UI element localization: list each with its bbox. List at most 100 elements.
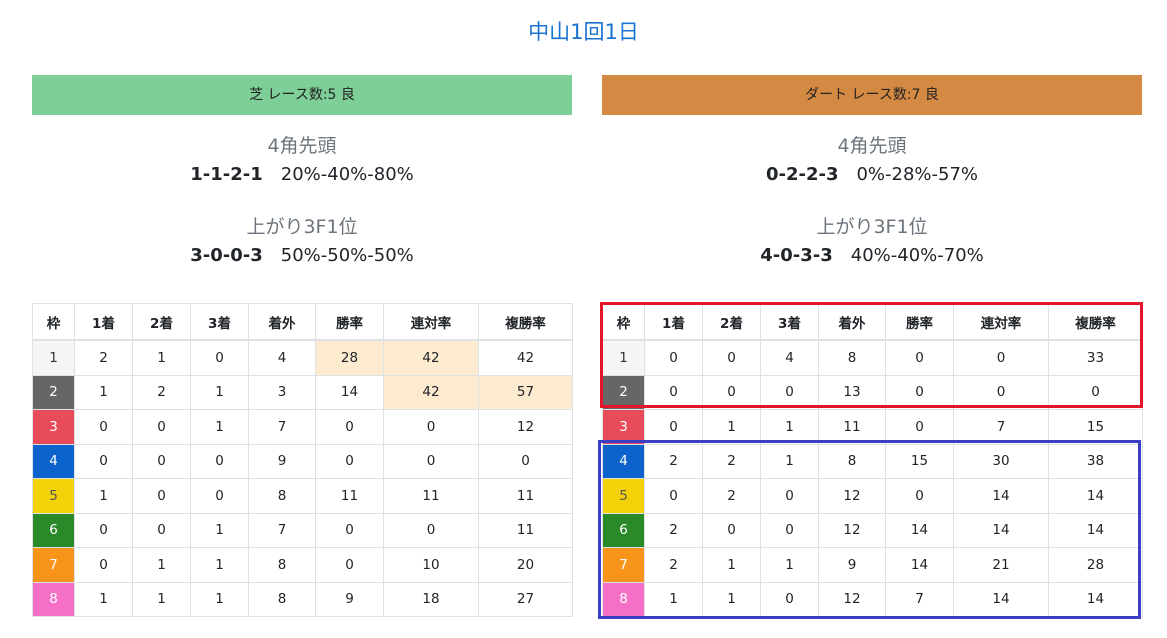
table-cell: 3 — [248, 374, 316, 410]
dirt-stats-table: 枠 1着 2着 3着 着外 勝率 連対率 複勝率 1 0 0 4 8 0 0 3… — [602, 303, 1143, 617]
dirt-agari-value: 4-0-3-3 40%-40%-70% — [602, 245, 1142, 271]
waku-cell: 6 — [32, 512, 75, 548]
table-row: 3 0 1 1 11 0 7 15 — [602, 409, 1143, 445]
table-cell: 2 — [644, 547, 703, 583]
table-cell: 14 — [885, 512, 954, 548]
table-row: 5 1 0 0 8 11 11 11 — [32, 478, 573, 514]
table-row: 4 0 0 0 9 0 0 0 — [32, 443, 573, 479]
table-row: 6 2 0 0 12 14 14 14 — [602, 512, 1143, 548]
table-header-row: 枠 1着 2着 3着 着外 勝率 連対率 複勝率 — [32, 303, 573, 341]
table-cell: 12 — [478, 409, 573, 445]
table-cell: 1 — [760, 443, 819, 479]
table-cell: 12 — [818, 581, 886, 617]
header-cell: 1着 — [644, 303, 703, 341]
table-cell: 1 — [74, 581, 133, 617]
table-cell: 0 — [644, 478, 703, 514]
table-cell: 7 — [953, 409, 1049, 445]
table-cell: 1 — [760, 409, 819, 445]
table-cell: 2 — [74, 339, 133, 376]
table-cell: 1 — [74, 374, 133, 410]
table-cell: 13 — [818, 374, 886, 410]
table-cell: 8 — [248, 547, 316, 583]
header-cell: 枠 — [602, 303, 645, 341]
turf-panel: 芝 レース数:5 良 4角先頭 1-1-2-1 20%-40%-80% 上がり3F… — [32, 75, 573, 617]
dirt-corner-rates: 0%-28%-57% — [856, 164, 979, 185]
waku-cell: 5 — [602, 478, 645, 514]
table-cell: 1 — [132, 339, 191, 376]
table-cell: 0 — [760, 478, 819, 514]
table-cell: 0 — [74, 512, 133, 548]
header-cell: 3着 — [190, 303, 249, 341]
table-cell: 0 — [885, 409, 954, 445]
table-cell: 2 — [644, 512, 703, 548]
table-cell: 9 — [248, 443, 316, 479]
waku-cell: 6 — [602, 512, 645, 548]
table-cell: 0 — [885, 478, 954, 514]
table-row: 8 1 1 1 8 9 18 27 — [32, 581, 573, 617]
table-cell: 18 — [383, 581, 479, 617]
table-cell: 0 — [74, 409, 133, 445]
table-cell: 12 — [818, 512, 886, 548]
table-cell: 28 — [315, 339, 384, 376]
table-cell: 0 — [315, 443, 384, 479]
table-cell: 0 — [885, 374, 954, 410]
table-cell: 4 — [760, 339, 819, 376]
header-cell: 枠 — [32, 303, 75, 341]
dirt-corner-counts: 0-2-2-3 — [765, 164, 839, 185]
turf-stats-table: 枠 1着 2着 3着 着外 勝率 連対率 複勝率 1 2 1 0 4 28 42… — [32, 303, 573, 617]
table-cell: 8 — [248, 581, 316, 617]
table-row: 4 2 2 1 8 15 30 38 — [602, 443, 1143, 479]
header-cell: 3着 — [760, 303, 819, 341]
waku-cell: 2 — [32, 374, 75, 410]
dirt-agari-label: 上がり3F1位 — [816, 216, 928, 238]
table-cell: 1 — [132, 581, 191, 617]
table-cell: 0 — [190, 339, 249, 376]
table-cell: 1 — [702, 547, 761, 583]
table-cell: 8 — [818, 339, 886, 376]
table-cell: 42 — [383, 374, 479, 410]
waku-cell: 7 — [602, 547, 645, 583]
table-cell: 11 — [315, 478, 384, 514]
turf-banner: 芝 レース数:5 良 — [32, 75, 572, 115]
header-cell: 2着 — [132, 303, 191, 341]
waku-cell: 5 — [32, 478, 75, 514]
table-cell: 0 — [383, 443, 479, 479]
waku-cell: 8 — [602, 581, 645, 617]
header-cell: 着外 — [818, 303, 886, 341]
table-header-row: 枠 1着 2着 3着 着外 勝率 連対率 複勝率 — [602, 303, 1143, 341]
table-cell: 11 — [818, 409, 886, 445]
table-cell: 11 — [478, 478, 573, 514]
table-cell: 0 — [760, 374, 819, 410]
dirt-panel: ダート レース数:7 良 4角先頭 0-2-2-3 0%-28%-57% 上がり3… — [602, 75, 1143, 617]
header-cell: 1着 — [74, 303, 133, 341]
table-row: 1 2 1 0 4 28 42 42 — [32, 339, 573, 376]
table-cell: 0 — [74, 547, 133, 583]
table-cell: 0 — [644, 409, 703, 445]
waku-cell: 7 — [32, 547, 75, 583]
table-cell: 14 — [953, 512, 1049, 548]
table-cell: 7 — [885, 581, 954, 617]
table-cell: 0 — [953, 339, 1049, 376]
table-cell: 0 — [132, 512, 191, 548]
table-cell: 0 — [383, 409, 479, 445]
dirt-agari-counts: 4-0-3-3 — [760, 245, 833, 266]
table-cell: 14 — [1048, 478, 1143, 514]
table-cell: 0 — [953, 374, 1049, 410]
table-cell: 0 — [132, 443, 191, 479]
table-cell: 0 — [702, 512, 761, 548]
table-row: 6 0 0 1 7 0 0 11 — [32, 512, 573, 548]
header-cell: 連対率 — [953, 303, 1049, 341]
table-row: 2 0 0 0 13 0 0 0 — [602, 374, 1143, 410]
header-cell: 複勝率 — [1048, 303, 1143, 341]
table-cell: 0 — [702, 339, 761, 376]
table-cell: 14 — [953, 478, 1049, 514]
table-cell: 1 — [190, 409, 249, 445]
table-row: 2 1 2 1 3 14 42 57 — [32, 374, 573, 410]
header-cell: 複勝率 — [478, 303, 573, 341]
table-cell: 57 — [478, 374, 573, 410]
table-cell: 0 — [702, 374, 761, 410]
table-cell: 1 — [190, 547, 249, 583]
table-cell: 8 — [248, 478, 316, 514]
table-cell: 42 — [478, 339, 573, 376]
table-cell: 15 — [1048, 409, 1143, 445]
